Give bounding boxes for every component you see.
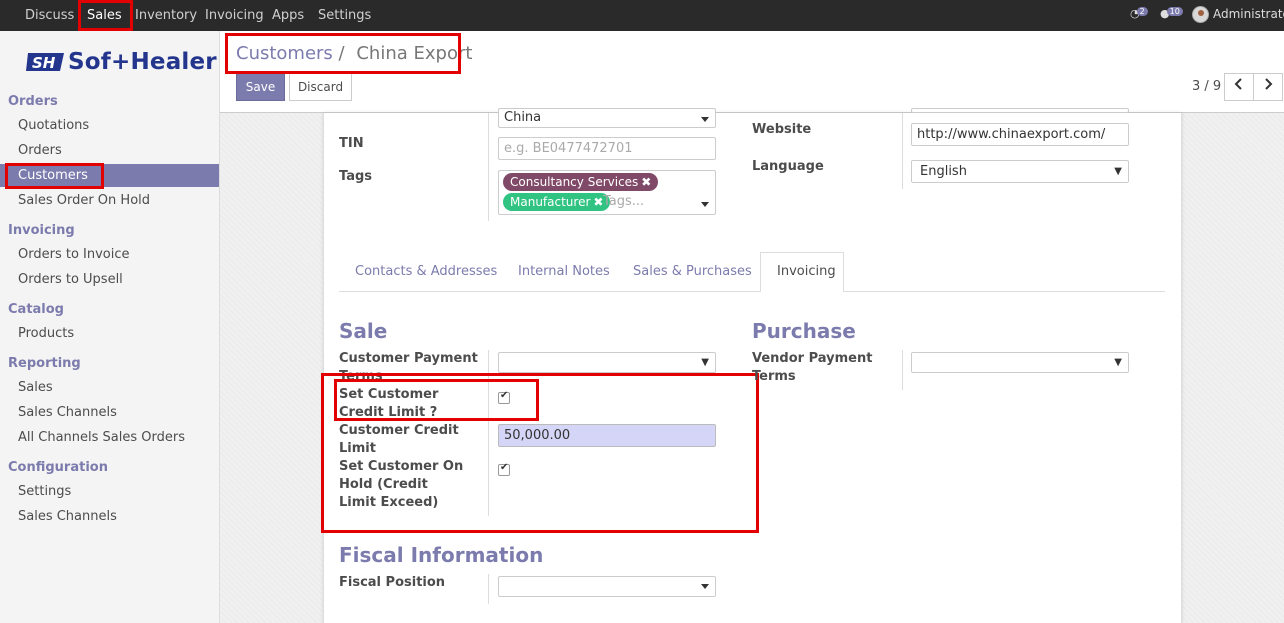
website-label: Website [752, 122, 812, 137]
breadcrumb: Customers / China Export [236, 43, 472, 64]
user-name[interactable]: Administrato [1213, 7, 1284, 21]
chevron-left-icon [1234, 78, 1242, 90]
sidebar-item-sales-channels[interactable]: Sales Channels [18, 405, 117, 420]
menu-invoicing[interactable]: Invoicing [205, 8, 264, 23]
activity-count-badge: 2 [1136, 7, 1148, 16]
sidebar-item-config-sales-channels[interactable]: Sales Channels [18, 509, 117, 524]
purchase-group-title: Purchase [752, 319, 856, 343]
vendor-payment-terms-label: Vendor Payment Terms [752, 351, 873, 384]
sidebar-item-settings[interactable]: Settings [18, 484, 71, 499]
website-input[interactable]: http://www.chinaexport.com/ [911, 123, 1129, 146]
pager-value: 3 / 9 [1192, 79, 1222, 94]
menu-apps[interactable]: Apps [272, 8, 304, 23]
sale-group-title: Sale [339, 319, 388, 343]
tags-placeholder: Tags... [603, 194, 645, 209]
sidebar-section-invoicing: Invoicing [8, 223, 75, 238]
softhealer-logo: SH Sof+Healer [26, 49, 217, 75]
menu-inventory[interactable]: Inventory [135, 8, 197, 23]
field-divider [488, 350, 489, 516]
tin-input[interactable]: e.g. BE0477472701 [498, 137, 716, 160]
breadcrumb-separator: / [338, 43, 345, 64]
logo-text: Sof+Healer [68, 49, 217, 75]
vendor-payment-terms-select[interactable]: ▼ [911, 352, 1129, 373]
chevron-down-icon [701, 584, 709, 589]
messages-icon[interactable]: ●10 [1160, 7, 1183, 20]
svg-text:SH: SH [32, 54, 56, 72]
chevron-down-icon [701, 117, 709, 122]
menu-settings[interactable]: Settings [318, 8, 371, 23]
sidebar-item-products[interactable]: Products [18, 326, 74, 341]
chevron-down-icon: ▼ [701, 357, 709, 368]
language-select[interactable]: English ▼ [911, 160, 1129, 183]
chevron-down-icon [701, 202, 709, 207]
fiscal-group-title: Fiscal Information [339, 543, 544, 567]
tag-label: Manufacturer [510, 195, 591, 209]
chevron-down-icon: ▼ [1114, 166, 1122, 177]
field-divider [488, 113, 489, 221]
fiscal-position-select[interactable] [498, 576, 716, 597]
sidebar-item-orders[interactable]: Orders [18, 143, 62, 158]
tab-sales-purchases[interactable]: Sales & Purchases [633, 264, 752, 279]
tab-internal-notes[interactable]: Internal Notes [518, 264, 610, 279]
set-on-hold-label: Set Customer On Hold (Credit Limit Excee… [339, 459, 464, 510]
set-credit-limit-checkbox[interactable] [498, 390, 510, 404]
chevron-down-icon: ▼ [1114, 357, 1122, 368]
sidebar-section-configuration: Configuration [8, 460, 108, 475]
customer-credit-limit-input[interactable]: 50,000.00 [498, 424, 716, 447]
field-divider [488, 574, 489, 604]
activity-icon[interactable]: ◔2 [1130, 7, 1148, 20]
tin-placeholder: e.g. BE0477472701 [504, 141, 633, 156]
website-value: http://www.chinaexport.com/ [917, 127, 1106, 142]
language-value: English [920, 164, 967, 179]
sidebar-item-all-channels-sales-orders[interactable]: All Channels Sales Orders [18, 430, 185, 445]
sidebar-item-orders-to-upsell[interactable]: Orders to Upsell [18, 272, 123, 287]
discard-button[interactable]: Discard [289, 73, 352, 101]
user-avatar-icon[interactable] [1192, 6, 1209, 23]
customer-credit-limit-value: 50,000.00 [504, 428, 571, 443]
customer-payment-terms-select[interactable]: ▼ [498, 352, 716, 373]
menu-sales[interactable]: Sales [87, 8, 122, 23]
tag-label: Consultancy Services [510, 175, 639, 189]
sidebar-item-sales[interactable]: Sales [18, 380, 53, 395]
country-value: China [504, 110, 542, 125]
sidebar-item-quotations[interactable]: Quotations [18, 118, 89, 133]
menu-discuss[interactable]: Discuss [25, 8, 74, 23]
pager-prev-button[interactable] [1224, 73, 1254, 101]
customer-payment-terms-label: Customer Payment Terms [339, 351, 478, 382]
tag-consultancy-services[interactable]: Consultancy Services ✖ [503, 173, 659, 191]
set-on-hold-checkbox[interactable] [498, 462, 510, 476]
partial-field-above-website[interactable] [911, 108, 1129, 113]
messages-count-badge: 10 [1166, 7, 1183, 16]
save-button[interactable]: Save [236, 73, 285, 101]
softhealer-logo-icon: SH [26, 53, 64, 72]
tab-contacts-addresses[interactable]: Contacts & Addresses [355, 264, 497, 279]
remove-tag-icon[interactable]: ✖ [641, 175, 651, 189]
tab-invoicing-label: Invoicing [777, 264, 836, 279]
field-divider [902, 350, 903, 390]
sidebar-item-orders-to-invoice[interactable]: Orders to Invoice [18, 247, 130, 262]
pager-next-button[interactable] [1253, 73, 1283, 101]
tabs-divider [339, 291, 1165, 292]
control-panel: Customers / China Export Save Discard 3 … [220, 31, 1284, 113]
tin-label: TIN [339, 136, 364, 151]
sidebar: SH Sof+Healer Orders Quotations Orders C… [0, 31, 220, 623]
tags-label: Tags [339, 169, 373, 184]
sidebar-item-customers[interactable]: Customers [18, 168, 88, 183]
customer-credit-limit-label: Customer Credit Limit [339, 423, 459, 456]
breadcrumb-current: China Export [356, 43, 473, 64]
language-label: Language [752, 159, 824, 174]
sidebar-item-sales-order-on-hold[interactable]: Sales Order On Hold [18, 193, 150, 208]
top-navbar: Discuss Sales Inventory Invoicing Apps S… [0, 0, 1284, 31]
chevron-right-icon [1265, 78, 1273, 90]
field-divider [902, 113, 903, 189]
sidebar-section-orders: Orders [8, 94, 58, 109]
country-select[interactable]: China [498, 108, 716, 128]
remove-tag-icon[interactable]: ✖ [593, 195, 603, 209]
fiscal-position-label: Fiscal Position [339, 575, 446, 590]
breadcrumb-customers-link[interactable]: Customers [236, 43, 333, 64]
sidebar-section-reporting: Reporting [8, 356, 81, 371]
sidebar-section-catalog: Catalog [8, 302, 64, 317]
set-credit-limit-label: Set Customer Credit Limit ? [339, 387, 439, 420]
tag-manufacturer[interactable]: Manufacturer ✖ [503, 193, 611, 211]
